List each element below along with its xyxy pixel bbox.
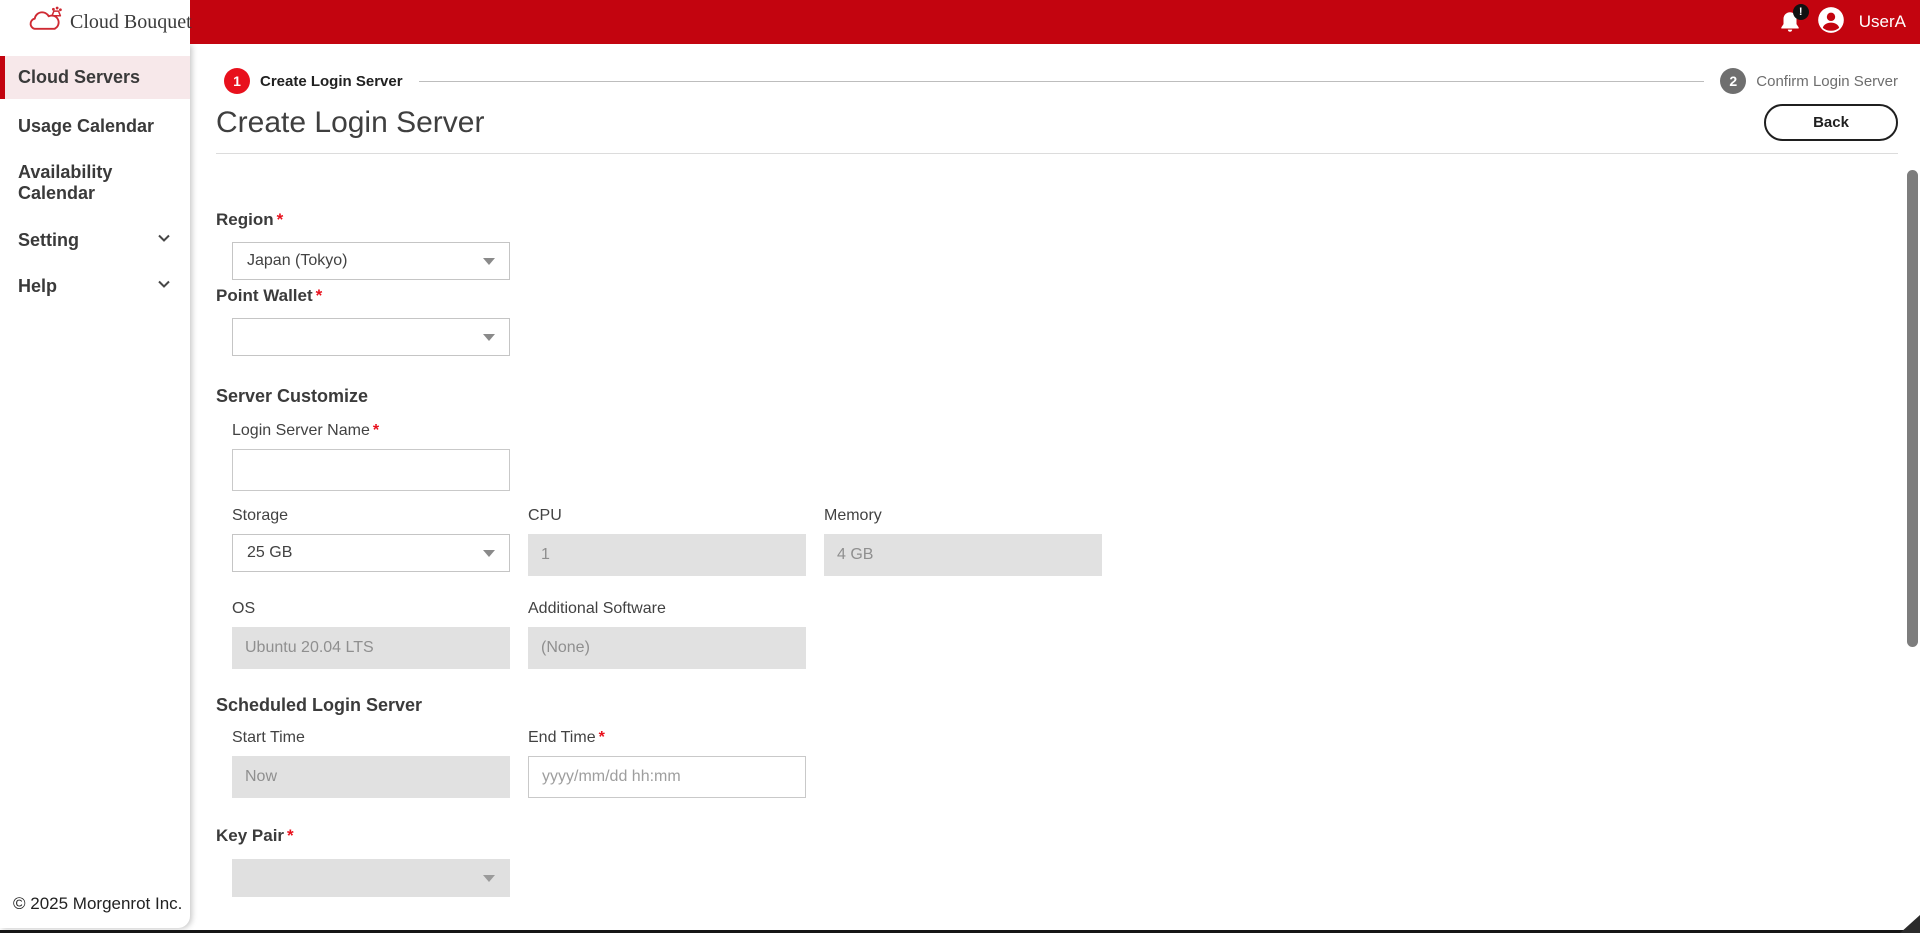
dropdown-caret-icon	[483, 550, 495, 557]
copyright: © 2025 Morgenrot Inc.	[13, 894, 182, 914]
avatar[interactable]	[1817, 6, 1845, 39]
cpu-label: CPU	[528, 507, 806, 527]
key-pair-select	[232, 859, 510, 897]
brand-area: Cloud Bouquet	[0, 0, 190, 44]
storage-value: 25 GB	[247, 544, 292, 562]
step-2: 2 Confirm Login Server	[1720, 68, 1898, 94]
sidebar-item-label: Setting	[18, 230, 79, 251]
sidebar-item-label: Availability Calendar	[18, 162, 172, 203]
required-asterisk: *	[373, 422, 379, 439]
additional-software-input	[528, 627, 806, 669]
step-1-circle: 1	[224, 68, 250, 94]
scheduled-login-server-heading: Scheduled Login Server	[216, 695, 1898, 717]
chevron-down-icon	[156, 276, 172, 297]
required-asterisk: *	[277, 210, 284, 229]
dropdown-caret-icon	[483, 334, 495, 341]
page-title: Create Login Server	[216, 106, 484, 140]
sidebar-item-label: Cloud Servers	[18, 67, 140, 88]
notification-badge: !	[1793, 4, 1809, 20]
step-2-label: Confirm Login Server	[1756, 73, 1898, 90]
create-login-server-form: Region* Japan (Tokyo) Point Wallet* Serv…	[216, 154, 1898, 897]
os-input	[232, 627, 510, 669]
point-wallet-select[interactable]	[232, 318, 510, 356]
bell-icon	[1777, 22, 1803, 39]
region-label: Region*	[216, 210, 1898, 232]
end-time-label: End Time*	[528, 729, 806, 749]
sidebar-item-usage-calendar[interactable]: Usage Calendar	[0, 107, 190, 146]
vertical-scrollbar[interactable]	[1907, 170, 1918, 647]
point-wallet-label: Point Wallet*	[216, 286, 1898, 308]
region-value: Japan (Tokyo)	[247, 252, 348, 270]
brand-name: Cloud Bouquet	[70, 11, 192, 34]
key-pair-label: Key Pair*	[216, 826, 1898, 848]
additional-software-label: Additional Software	[528, 600, 806, 620]
chevron-down-icon	[156, 230, 172, 251]
resize-grip	[1900, 915, 1920, 933]
dropdown-caret-icon	[483, 258, 495, 265]
sidebar-item-label: Help	[18, 276, 57, 297]
sidebar-item-label: Usage Calendar	[18, 116, 154, 137]
step-2-circle: 2	[1720, 68, 1746, 94]
start-time-input	[232, 756, 510, 798]
back-button[interactable]: Back	[1764, 104, 1898, 141]
start-time-label: Start Time	[232, 729, 510, 749]
required-asterisk: *	[316, 286, 323, 305]
login-server-name-label: Login Server Name*	[232, 422, 1898, 442]
required-asterisk: *	[599, 729, 605, 746]
main-content: 1 Create Login Server 2 Confirm Login Se…	[190, 44, 1920, 933]
os-label: OS	[232, 600, 510, 620]
sidebar: Cloud Servers Usage Calendar Availabilit…	[0, 44, 190, 928]
sidebar-item-cloud-servers[interactable]: Cloud Servers	[0, 56, 190, 99]
server-customize-heading: Server Customize	[216, 386, 1898, 408]
end-time-input[interactable]	[528, 756, 806, 798]
required-asterisk: *	[287, 826, 294, 845]
login-server-name-input[interactable]	[232, 449, 510, 491]
storage-select[interactable]: 25 GB	[232, 534, 510, 572]
storage-label: Storage	[232, 507, 510, 527]
dropdown-caret-icon	[483, 875, 495, 882]
cpu-input	[528, 534, 806, 576]
cloud-bouquet-logo-icon	[26, 6, 64, 39]
step-1-label: Create Login Server	[260, 73, 403, 90]
step-1: 1 Create Login Server	[224, 68, 403, 94]
top-bar: ! UserA Cloud Bouquet	[0, 0, 1920, 44]
stepper-connector	[419, 81, 1705, 82]
notifications-button[interactable]: !	[1777, 9, 1803, 35]
sidebar-item-help[interactable]: Help	[0, 267, 190, 306]
memory-label: Memory	[824, 507, 1102, 527]
stepper: 1 Create Login Server 2 Confirm Login Se…	[216, 68, 1898, 94]
region-select[interactable]: Japan (Tokyo)	[232, 242, 510, 280]
user-name[interactable]: UserA	[1859, 12, 1906, 32]
sidebar-item-availability-calendar[interactable]: Availability Calendar	[0, 153, 190, 212]
sidebar-item-setting[interactable]: Setting	[0, 221, 190, 260]
memory-input	[824, 534, 1102, 576]
